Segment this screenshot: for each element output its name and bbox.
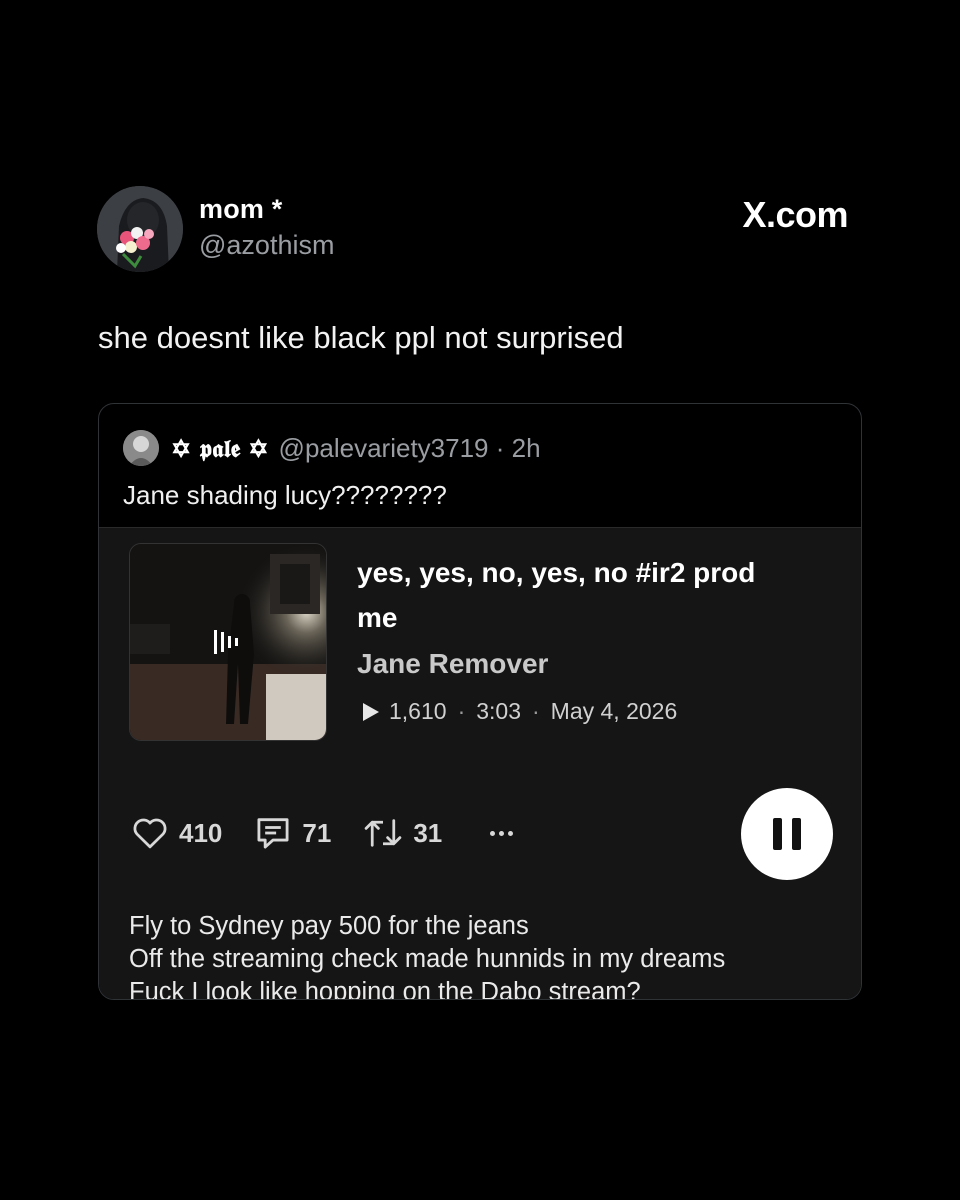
lyrics-block: Fly to Sydney pay 500 for the jeans Off … [129, 910, 726, 1000]
heart-icon [133, 818, 167, 849]
quoted-post-card[interactable]: ✡ 𝖕𝖆𝖑𝖊 ✡ @palevariety3719 · 2h Jane shad… [98, 403, 862, 1000]
comment-icon [257, 818, 289, 849]
repost-count: 31 [413, 817, 443, 848]
comment-button[interactable]: 71 [254, 815, 331, 851]
author-display-name[interactable]: mom * [199, 194, 283, 225]
track-duration: 3:03 [476, 698, 521, 724]
track-title[interactable]: yes, yes, no, yes, no #ir2 prod me [357, 550, 797, 640]
quoted-author-handle[interactable]: @palevariety3719 · 2h [279, 433, 541, 464]
more-options-icon[interactable] [490, 830, 514, 836]
quoted-author-avatar[interactable] [123, 430, 159, 466]
waveform-icon [214, 630, 238, 654]
play-count-icon [363, 702, 379, 721]
post-text: she doesnt like black ppl not surprised [98, 320, 624, 355]
quoted-post-header: ✡ 𝖕𝖆𝖑𝖊 ✡ @palevariety3719 · 2h [123, 428, 541, 468]
album-art[interactable] [129, 543, 327, 741]
lyric-line: Fuck I look like hopping on the Dabo str… [129, 978, 641, 1000]
pause-button[interactable] [741, 788, 833, 880]
author-handle[interactable]: @azothism [199, 230, 334, 261]
like-count: 410 [179, 817, 223, 848]
action-bar: 410 71 31 [131, 813, 514, 853]
comment-count: 71 [302, 817, 332, 848]
track-meta: 1,610 · 3:03 · May 4, 2026 [363, 698, 677, 725]
quoted-post-text: Jane shading lucy???????? [123, 480, 447, 510]
lyric-line: Fly to Sydney pay 500 for the jeans [129, 912, 529, 940]
like-button[interactable]: 410 [131, 816, 222, 850]
author-avatar[interactable] [97, 186, 183, 272]
music-embed[interactable]: yes, yes, no, yes, no #ir2 prod me Jane … [99, 527, 861, 1000]
repost-icon [365, 819, 402, 847]
play-count: 1,610 [389, 698, 447, 724]
brand-logo: X.com [742, 194, 848, 235]
quoted-author-name[interactable]: ✡ 𝖕𝖆𝖑𝖊 ✡ [171, 434, 269, 463]
lyric-line: Off the streaming check made hunnids in … [129, 945, 726, 973]
track-artist[interactable]: Jane Remover [357, 648, 548, 680]
repost-button[interactable]: 31 [363, 816, 442, 850]
pause-icon [773, 818, 782, 850]
track-date: May 4, 2026 [550, 698, 678, 724]
